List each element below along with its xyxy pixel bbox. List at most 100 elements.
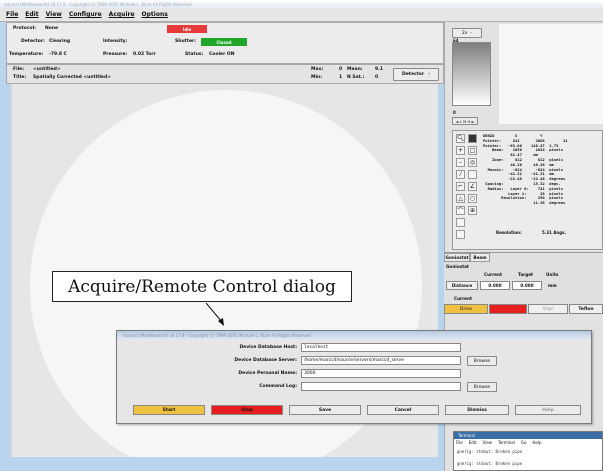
- terminal-menu-file[interactable]: File: [456, 440, 463, 445]
- max-value: 0: [339, 67, 343, 72]
- host-input[interactable]: localhost: [301, 343, 461, 352]
- distance-target[interactable]: 0.000: [512, 281, 542, 290]
- detector-button[interactable]: Detector -: [393, 68, 439, 81]
- blank-tool[interactable]: [468, 170, 477, 179]
- menu-options[interactable]: Options: [142, 11, 168, 18]
- distance-label: Distance: [446, 281, 478, 290]
- detector-value: Clearing: [49, 39, 71, 44]
- ring-icon[interactable]: ◎: [468, 158, 477, 167]
- save-button[interactable]: Save: [289, 405, 361, 415]
- blank-tool-2[interactable]: [456, 218, 465, 227]
- dropdown-icon: -: [428, 72, 430, 77]
- command-log-input[interactable]: [301, 382, 461, 391]
- cancel-button[interactable]: Cancel: [367, 405, 439, 415]
- image-preview[interactable]: [499, 24, 603, 124]
- triangle-icon[interactable]: △: [456, 194, 465, 203]
- header-units: Units: [546, 272, 559, 277]
- help-button[interactable]: Help: [515, 405, 581, 415]
- terminal-menu: File Edit View Terminal Go Help: [456, 440, 542, 445]
- dropdown-icon: -: [470, 30, 473, 36]
- menu-configure[interactable]: Configure: [69, 11, 102, 18]
- circle-icon[interactable]: ○: [468, 194, 477, 203]
- detector-button-label: Detector: [402, 72, 425, 77]
- menu-bar: File Edit View Configure Acquire Options: [0, 8, 603, 22]
- select-icon[interactable]: [468, 134, 477, 143]
- align-button[interactable]: Align: [528, 304, 568, 314]
- statistics-text: DENZO X Y Pointer: 812 2008 11 Pointer: …: [483, 133, 568, 206]
- distance-units: mm: [548, 283, 557, 288]
- menu-acquire[interactable]: Acquire: [109, 11, 135, 18]
- nsat-value: 0: [375, 75, 379, 80]
- protocol-label: Protocol:: [13, 26, 36, 31]
- dismiss-button[interactable]: Dismiss: [445, 405, 509, 415]
- status-label: Status:: [185, 52, 204, 57]
- start-button[interactable]: Start: [133, 405, 205, 415]
- temperature-value: -79.8 C: [49, 52, 67, 57]
- menu-file[interactable]: File: [6, 11, 18, 18]
- shutter-indicator: Closed: [201, 38, 247, 46]
- curve-icon[interactable]: ⌒: [456, 206, 465, 215]
- browse-server-button[interactable]: Browse: [467, 356, 497, 366]
- protocol-value: None: [45, 26, 59, 31]
- intensity-scale-bar[interactable]: [452, 42, 491, 106]
- terminal-line: gnerig: stdout: Broken pipe: [457, 449, 523, 454]
- title-label: Title:: [13, 75, 27, 80]
- server-label: Device Database Server:: [234, 358, 297, 363]
- tab-beam[interactable]: Beam: [470, 253, 490, 262]
- crosshair-icon[interactable]: +: [456, 146, 465, 155]
- personal-name-label: Device Personal Name:: [238, 371, 297, 376]
- header-current: Current: [484, 272, 503, 277]
- idle-indicator: Idle: [167, 25, 207, 33]
- stop-button[interactable]: Stop: [211, 405, 283, 415]
- window-title-bar: marccd (MarResearch) v0.17.8 - Copyright…: [0, 0, 603, 8]
- terminal-menu-edit[interactable]: Edit: [469, 440, 477, 445]
- terminal-title-bar: Terminal: [454, 432, 602, 439]
- drive-button[interactable]: Drive: [444, 304, 488, 314]
- terminal-line: gnerig: stdout: Broken pipe: [457, 461, 523, 466]
- magnify-icon[interactable]: 🔍︎: [456, 134, 465, 143]
- stop-motor-button[interactable]: [489, 304, 527, 314]
- menu-view[interactable]: View: [46, 11, 62, 18]
- distance-current: 0.000: [480, 281, 510, 290]
- resolution-value: 5.31 Angs.: [542, 230, 566, 235]
- line-icon[interactable]: –: [456, 158, 465, 167]
- tab-goniostat[interactable]: Goniostat: [444, 253, 470, 262]
- temperature-label: Temperature:: [9, 52, 44, 57]
- max-label: Max:: [311, 67, 324, 72]
- min-label: Min:: [311, 75, 323, 80]
- goniostat-label: Goniostat: [446, 264, 469, 269]
- target-icon[interactable]: ⊕: [468, 206, 477, 215]
- intensity-label: Intensity:: [103, 39, 128, 44]
- command-log-label: Command Log:: [259, 384, 297, 389]
- polyline-icon[interactable]: ⌐: [456, 182, 465, 191]
- min-value: 1: [339, 75, 343, 80]
- terminal-menu-go[interactable]: Go: [521, 440, 527, 445]
- terminal-menu-help[interactable]: Help: [532, 440, 541, 445]
- terminal-window: Terminal File Edit View Terminal Go Help…: [453, 431, 603, 471]
- dialog-title-bar: marccd (MarResearch) v0.17.8 - Copyright…: [117, 331, 591, 339]
- terminal-menu-view[interactable]: View: [482, 440, 492, 445]
- file-value: <untitled>: [33, 67, 61, 72]
- mean-value: 9.1: [375, 67, 383, 72]
- menu-edit[interactable]: Edit: [25, 11, 38, 18]
- browse-log-button[interactable]: Browse: [467, 382, 497, 392]
- blank-tool-3[interactable]: [456, 230, 465, 239]
- lmh-selector[interactable]: ◄ L M H ►: [452, 117, 478, 125]
- box-icon[interactable]: □: [468, 146, 477, 155]
- zoom-label: 2x: [461, 30, 468, 36]
- terminal-menu-terminal[interactable]: Terminal: [498, 440, 515, 445]
- zoom-selector[interactable]: 2x -: [452, 28, 482, 38]
- current-label: Current: [454, 296, 473, 301]
- angle-icon[interactable]: ∠: [468, 182, 477, 191]
- server-input[interactable]: /home/marccd/source/servers/marccd_serve: [301, 356, 461, 365]
- header-target: Target: [518, 272, 534, 277]
- teflon-button[interactable]: Teflon: [569, 304, 603, 314]
- diagonal-icon[interactable]: ⁄: [456, 170, 465, 179]
- file-label: File:: [13, 67, 25, 72]
- title-value: Spatially Corrected <untitled>: [33, 75, 111, 80]
- shutter-label: Shutter:: [175, 39, 197, 44]
- personal-name-input[interactable]: 3000: [301, 369, 461, 378]
- status-panel: Protocol: None Idle Detector: Clearing I…: [6, 22, 444, 64]
- dialog-callout-label: Acquire/Remote Control dialog: [52, 271, 352, 302]
- remote-control-dialog: marccd (MarResearch) v0.17.8 - Copyright…: [116, 330, 592, 424]
